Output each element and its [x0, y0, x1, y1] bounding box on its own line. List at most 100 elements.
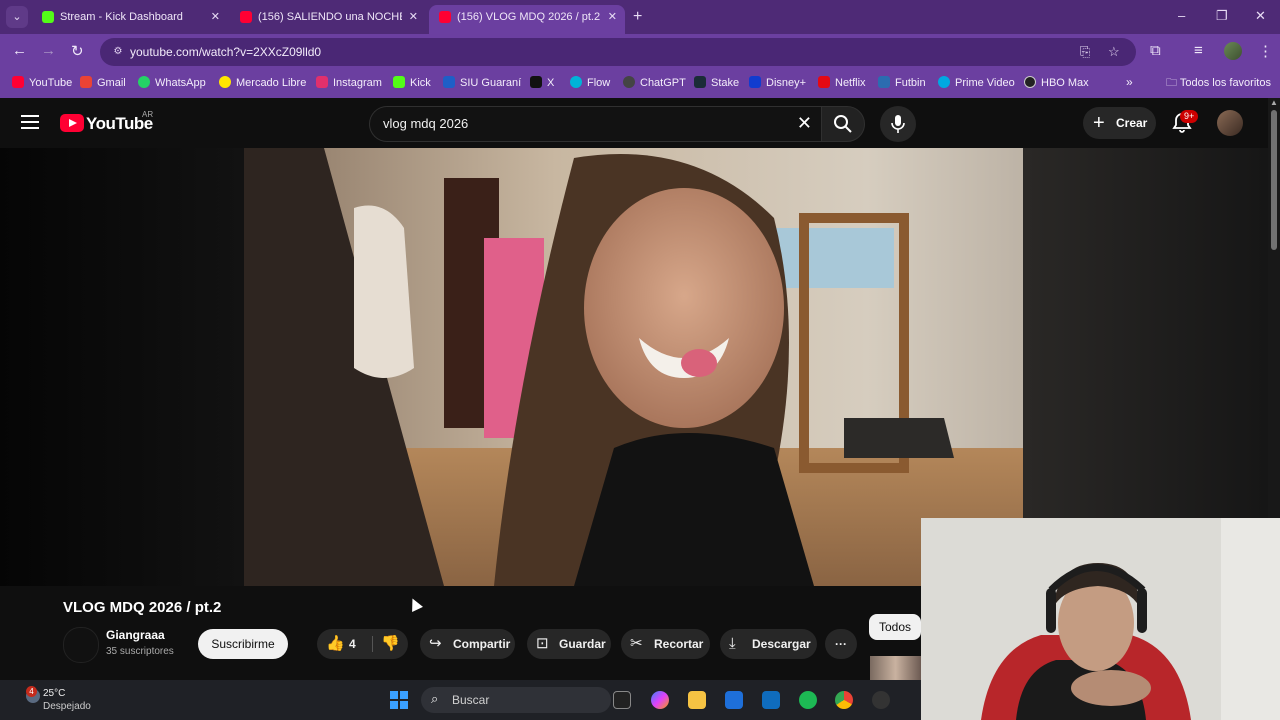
back-icon[interactable]: ←: [12, 42, 27, 59]
filter-chip-all[interactable]: Todos: [869, 614, 921, 640]
like-divider: [372, 636, 373, 652]
restore-icon[interactable]: ❐: [1216, 8, 1228, 24]
download-label: Descargar: [752, 637, 811, 651]
search-input[interactable]: vlog mdq 2026 ✕: [369, 106, 822, 142]
bookmark-hbo-max[interactable]: HBO Max: [1024, 70, 1089, 96]
bookmark-whatsapp[interactable]: WhatsApp: [138, 70, 206, 96]
new-tab-icon[interactable]: +: [633, 8, 642, 26]
tab-kick-dashboard[interactable]: Stream - Kick Dashboard ✕: [32, 5, 228, 34]
tab-title: (156) SALIENDO una NOCHE de: [258, 11, 402, 23]
weather-description[interactable]: Despejado: [43, 701, 91, 712]
kick-favicon-icon: [42, 11, 54, 23]
share-button[interactable]: ↪ Compartir: [420, 629, 515, 659]
ambient-left: [0, 148, 244, 586]
bookmark-disney[interactable]: Disney+: [749, 70, 806, 96]
bookmark-star-icon[interactable]: ☆: [1108, 44, 1120, 60]
scroll-up-icon[interactable]: ▲: [1270, 98, 1278, 107]
bookmark-youtube[interactable]: YouTube: [12, 70, 72, 96]
close-window-icon[interactable]: ✕: [1255, 8, 1266, 24]
clip-button[interactable]: ✂ Recortar: [621, 629, 710, 659]
chrome-icon[interactable]: [835, 691, 853, 709]
close-tab-icon[interactable]: ✕: [608, 5, 617, 29]
bookmark-instagram[interactable]: Instagram: [316, 70, 382, 96]
subscribe-button[interactable]: Suscribirme: [198, 629, 288, 659]
mercado-libre-icon: [219, 76, 231, 88]
guide-menu-icon[interactable]: [21, 115, 39, 129]
video-player[interactable]: [244, 148, 1023, 586]
bookmark-label: Futbin: [895, 77, 926, 89]
folder-icon: 🗀: [1166, 77, 1180, 89]
microphone-icon: [891, 115, 905, 133]
weather-temperature[interactable]: 25°C: [43, 688, 65, 699]
close-tab-icon[interactable]: ✕: [409, 5, 418, 29]
recommended-thumbnail[interactable]: [870, 656, 921, 680]
browser-menu-icon[interactable]: ⋮: [1258, 42, 1273, 60]
extensions-icon[interactable]: ⧉: [1150, 42, 1161, 59]
all-bookmarks-folder[interactable]: 🗀 Todos los favoritos: [1166, 70, 1271, 96]
search-icon: ⌕: [431, 691, 439, 706]
bookmark-gmail[interactable]: Gmail: [80, 70, 126, 96]
more-actions-icon[interactable]: ···: [825, 629, 857, 659]
youtube-favicon-icon: [439, 11, 451, 23]
bookmark-flow[interactable]: Flow: [570, 70, 610, 96]
create-label: Crear: [1116, 116, 1148, 130]
channel-avatar[interactable]: [63, 627, 99, 663]
bookmark-label: Instagram: [333, 77, 382, 89]
clear-search-icon[interactable]: ✕: [797, 113, 812, 134]
bookmark-icon: ⊡: [536, 635, 549, 652]
file-explorer-icon[interactable]: [688, 691, 706, 709]
close-tab-icon[interactable]: ✕: [211, 5, 220, 29]
bookmark-siu-guarani[interactable]: SIU Guaraní: [443, 70, 521, 96]
media-controls-icon[interactable]: ≡: [1194, 42, 1203, 59]
youtube-play-icon: [60, 114, 84, 132]
minimize-icon[interactable]: –: [1178, 8, 1185, 23]
spotify-icon[interactable]: [799, 691, 817, 709]
download-button[interactable]: ⤓ Descargar: [720, 629, 817, 659]
ambient-right: [1023, 148, 1268, 518]
bookmark-label: SIU Guaraní: [460, 77, 522, 89]
bookmark-stake[interactable]: Stake: [694, 70, 739, 96]
bookmark-label: YouTube: [29, 77, 73, 89]
tab-search-button[interactable]: ⌄: [6, 6, 28, 28]
address-bar[interactable]: ⚙ youtube.com/watch?v=2XXcZ09lld0 ⎘ ☆: [100, 38, 1136, 66]
outlook-icon[interactable]: [762, 691, 780, 709]
account-avatar[interactable]: [1217, 110, 1243, 136]
bookmark-prime-video[interactable]: Prime Video: [938, 70, 1015, 96]
obs-icon[interactable]: [872, 691, 890, 709]
channel-name[interactable]: Giangraaa: [106, 628, 165, 642]
more-bookmarks-icon[interactable]: »: [1126, 75, 1133, 89]
like-button[interactable]: 👍: [326, 629, 345, 659]
create-button[interactable]: + Crear: [1083, 107, 1156, 139]
tab-vlog-mdq[interactable]: (156) VLOG MDQ 2026 / pt.2 - ✕: [429, 5, 625, 34]
site-info-icon[interactable]: ⚙: [110, 44, 126, 60]
x-icon: [530, 76, 542, 88]
bookmark-futbin[interactable]: Futbin: [878, 70, 926, 96]
voice-search-button[interactable]: [880, 106, 916, 142]
windows-start-icon[interactable]: [390, 691, 408, 709]
forward-icon[interactable]: →: [41, 42, 56, 59]
dislike-button[interactable]: 👎: [381, 629, 400, 659]
bookmark-kick[interactable]: Kick: [393, 70, 431, 96]
install-app-icon[interactable]: ⎘: [1080, 44, 1090, 60]
reload-icon[interactable]: ↻: [71, 42, 84, 60]
save-button[interactable]: ⊡ Guardar: [527, 629, 611, 659]
task-view-icon[interactable]: [613, 691, 631, 709]
bookmark-chatgpt[interactable]: ChatGPT: [623, 70, 686, 96]
bookmark-mercado-libre[interactable]: Mercado Libre: [219, 70, 306, 96]
bookmark-netflix[interactable]: Netflix: [818, 70, 866, 96]
webcam-overlay: [921, 518, 1280, 720]
all-bookmarks-label: Todos los favoritos: [1179, 77, 1271, 89]
copilot-icon[interactable]: [651, 691, 669, 709]
tab-saliendo-noche[interactable]: (156) SALIENDO una NOCHE de ✕: [230, 5, 426, 34]
bookmark-label: Flow: [587, 77, 611, 89]
scrollbar-thumb[interactable]: [1271, 110, 1277, 250]
profile-avatar[interactable]: [1224, 42, 1242, 60]
bookmark-x[interactable]: X: [530, 70, 554, 96]
taskbar-search-box[interactable]: ⌕ Buscar: [421, 687, 611, 713]
search-button[interactable]: [821, 106, 865, 142]
bookmark-label: Stake: [711, 77, 740, 89]
microsoft-store-icon[interactable]: [725, 691, 743, 709]
video-title: VLOG MDQ 2026 / pt.2: [63, 599, 222, 616]
futbin-icon: [878, 76, 890, 88]
whatsapp-icon: [138, 76, 150, 88]
